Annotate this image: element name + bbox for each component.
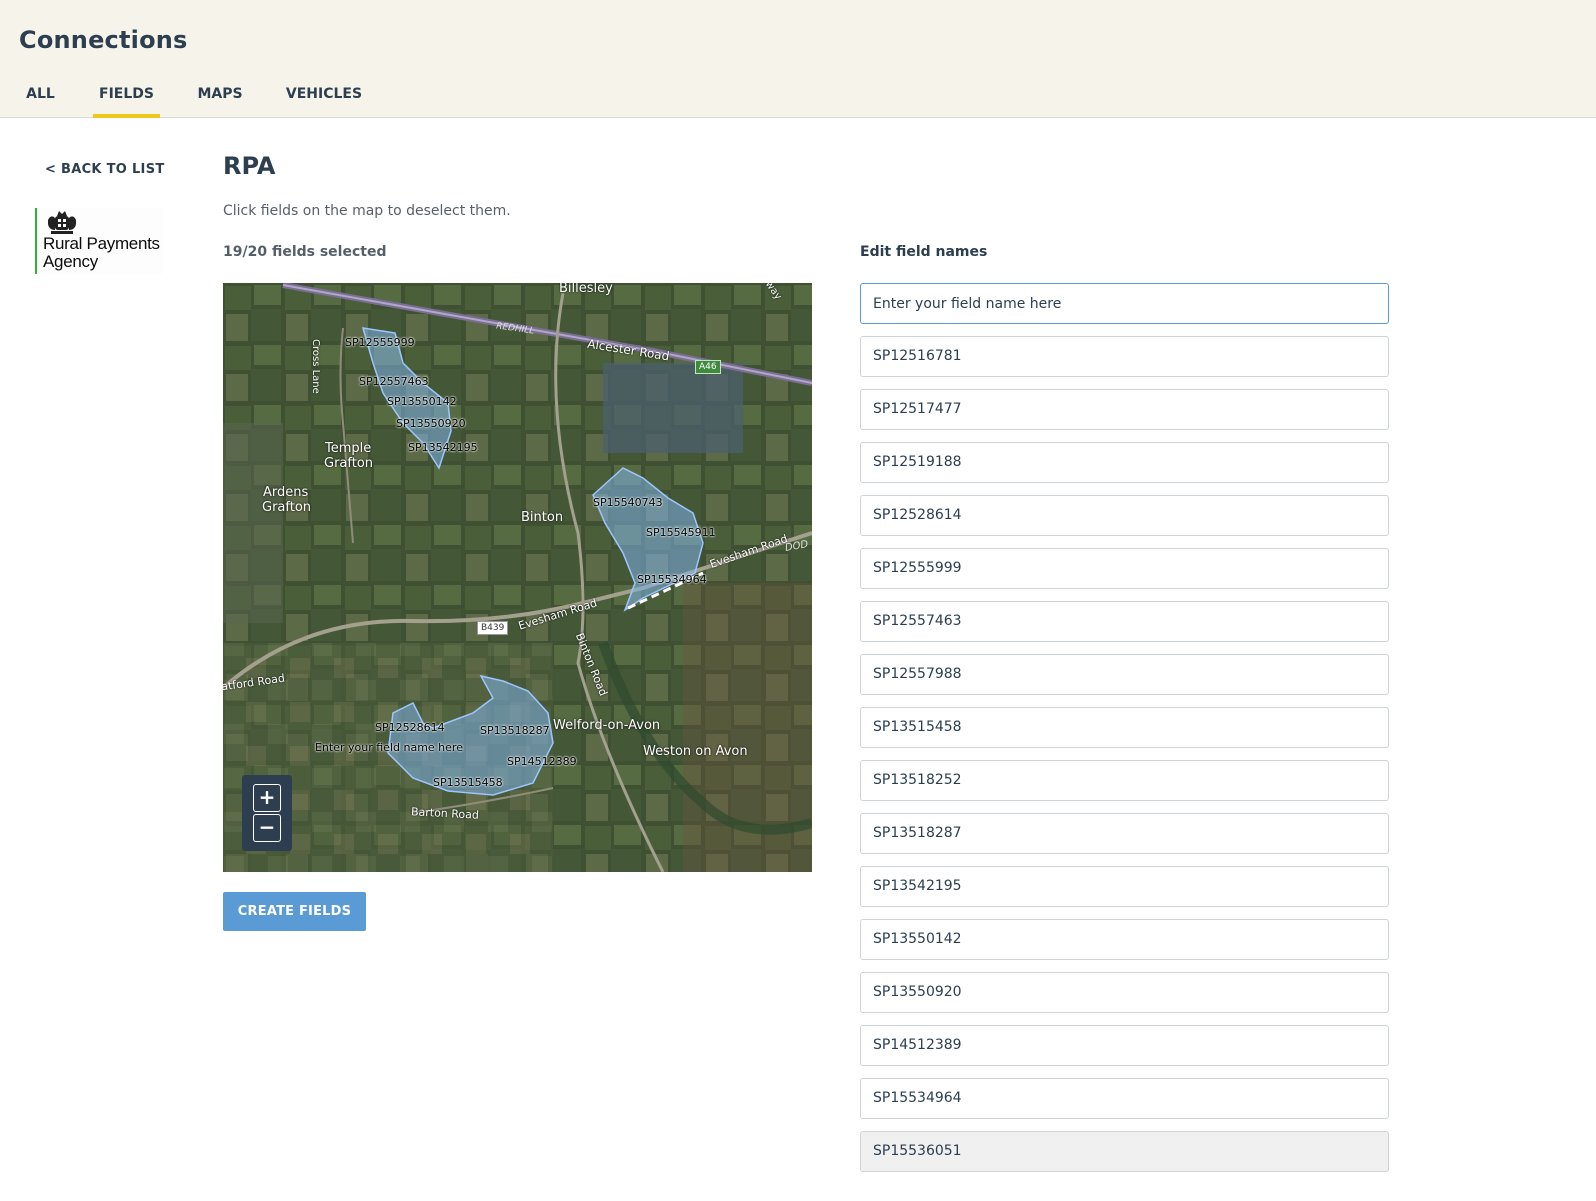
tab-fields[interactable]: FIELDS	[93, 76, 160, 118]
field-label: SP15545911	[646, 526, 716, 539]
road-label: A46	[695, 360, 721, 374]
field-name-input[interactable]: SP15534964	[860, 1078, 1389, 1119]
field-label: SP12528614	[375, 721, 445, 734]
field-name-input[interactable]: SP12517477	[860, 389, 1389, 430]
rpa-logo: Rural Payments Agency	[35, 208, 163, 274]
edit-field-names-heading: Edit field names	[860, 244, 988, 260]
field-name-input[interactable]: SP13550142	[860, 919, 1389, 960]
field-name-input[interactable]: SP14512389	[860, 1025, 1389, 1066]
logo-line-2: Agency	[43, 252, 98, 271]
new-field-name-input[interactable]	[860, 283, 1389, 324]
field-label: SP13550142	[387, 395, 457, 408]
back-to-list-link[interactable]: < BACK TO LIST	[45, 162, 165, 177]
place-label: Grafton	[262, 500, 312, 515]
field-label: SP13515458	[433, 776, 503, 789]
tab-maps[interactable]: MAPS	[191, 76, 249, 118]
field-name-input[interactable]: SP13518252	[860, 760, 1389, 801]
field-label: SP14512389	[507, 755, 577, 768]
field-name-input[interactable]: SP13518287	[860, 813, 1389, 854]
logo-wordmark: Rural Payments Agency	[43, 235, 160, 271]
field-name-input[interactable]: SP12557463	[860, 601, 1389, 642]
tab-vehicles[interactable]: VEHICLES	[281, 76, 367, 118]
top-bar: Connections ALL FIELDS MAPS VEHICLES	[0, 0, 1596, 118]
field-label: SP15534964	[637, 573, 707, 586]
place-label: Weston on Avon	[643, 744, 748, 759]
field-name-input[interactable]: SP12528614	[860, 495, 1389, 536]
tab-all[interactable]: ALL	[19, 76, 62, 118]
field-label: SP13542195	[408, 441, 478, 454]
field-label: SP15540743	[593, 496, 663, 509]
create-fields-button[interactable]: CREATE FIELDS	[223, 892, 366, 931]
zoom-in-button[interactable]: +	[253, 784, 281, 812]
field-name-input-disabled: SP15536051	[860, 1131, 1389, 1172]
field-name-input[interactable]: SP12516781	[860, 336, 1389, 377]
selected-count: 19/20 fields selected	[223, 244, 387, 260]
field-label: SP13518287	[480, 724, 550, 737]
field-label: SP12557463	[359, 375, 429, 388]
field-name-input[interactable]: SP12519188	[860, 442, 1389, 483]
field-name-input[interactable]: SP13515458	[860, 707, 1389, 748]
field-name-input[interactable]: SP12555999	[860, 548, 1389, 589]
place-label: Temple	[325, 441, 372, 456]
logo-line-1: Rural Payments	[43, 234, 160, 253]
field-name-input[interactable]: SP13542195	[860, 866, 1389, 907]
page-title: RPA	[223, 152, 276, 180]
field-name-input[interactable]: SP12557988	[860, 654, 1389, 695]
app-title: Connections	[19, 26, 188, 54]
road-label: B439	[477, 621, 509, 635]
place-label: Ardens	[263, 485, 309, 500]
place-label: Billesley	[559, 283, 613, 296]
field-label: SP12555999	[345, 336, 415, 349]
field-name-input[interactable]: SP13550920	[860, 972, 1389, 1013]
field-label: SP13550920	[396, 417, 466, 430]
place-label: Welford-on-Avon	[553, 718, 661, 733]
zoom-controls: + −	[242, 775, 292, 851]
zoom-out-button[interactable]: −	[253, 814, 281, 842]
field-map[interactable]: Billesley Temple Grafton Ardens Grafton …	[223, 283, 812, 872]
crest-icon	[48, 211, 76, 234]
instructions-text: Click fields on the map to deselect them…	[223, 203, 511, 219]
place-label: Binton	[521, 510, 564, 525]
place-label: Grafton	[324, 456, 374, 471]
field-label: Enter your field name here	[315, 741, 463, 754]
road-label: Cross Lane	[310, 339, 321, 394]
